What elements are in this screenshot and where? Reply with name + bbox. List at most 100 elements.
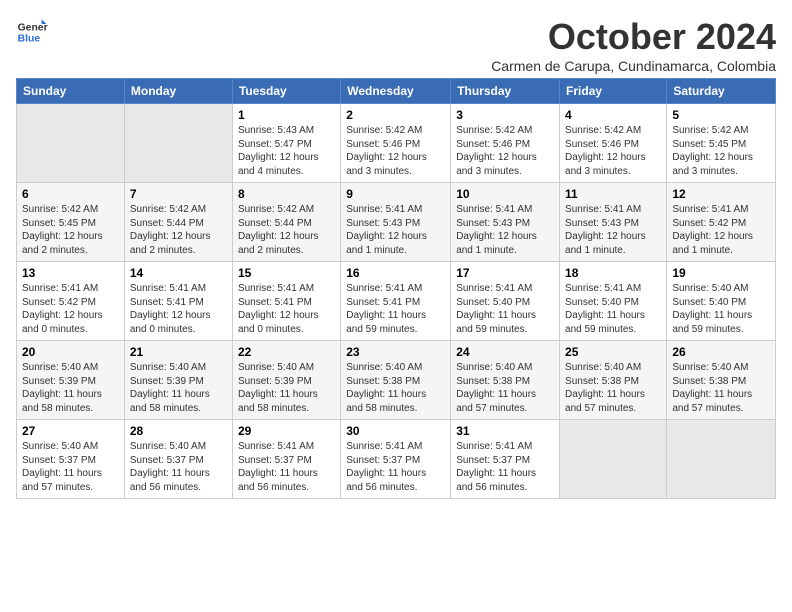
calendar-week-3: 13 Sunrise: 5:41 AMSunset: 5:42 PMDayligh…	[17, 262, 776, 341]
calendar-week-4: 20 Sunrise: 5:40 AMSunset: 5:39 PMDayligh…	[17, 341, 776, 420]
logo: General Blue	[16, 16, 48, 48]
day-detail: Sunrise: 5:41 AMSunset: 5:40 PMDaylight:…	[456, 282, 554, 336]
calendar-cell: 1 Sunrise: 5:43 AMSunset: 5:47 PMDaylight…	[232, 104, 340, 183]
day-detail: Sunrise: 5:40 AMSunset: 5:38 PMDaylight:…	[346, 361, 445, 415]
day-number: 3	[456, 108, 554, 122]
day-number: 1	[238, 108, 335, 122]
calendar-table: SundayMondayTuesdayWednesdayThursdayFrid…	[16, 78, 776, 499]
day-number: 14	[130, 266, 227, 280]
calendar-cell	[560, 420, 667, 499]
day-number: 15	[238, 266, 335, 280]
day-number: 25	[565, 345, 661, 359]
calendar-cell: 24 Sunrise: 5:40 AMSunset: 5:38 PMDayligh…	[451, 341, 560, 420]
calendar-body: 1 Sunrise: 5:43 AMSunset: 5:47 PMDaylight…	[17, 104, 776, 499]
day-detail: Sunrise: 5:43 AMSunset: 5:47 PMDaylight:…	[238, 124, 335, 178]
calendar-cell: 5Sunrise: 5:42 AMSunset: 5:45 PMDaylight…	[667, 104, 776, 183]
day-detail: Sunrise: 5:40 AMSunset: 5:40 PMDaylight:…	[672, 282, 770, 336]
calendar-cell: 31 Sunrise: 5:41 AMSunset: 5:37 PMDayligh…	[451, 420, 560, 499]
day-number: 7	[130, 187, 227, 201]
calendar-cell: 13 Sunrise: 5:41 AMSunset: 5:42 PMDayligh…	[17, 262, 125, 341]
day-detail: Sunrise: 5:41 AMSunset: 5:41 PMDaylight:…	[130, 282, 227, 336]
location: Carmen de Carupa, Cundinamarca, Colombia	[491, 58, 776, 74]
day-detail: Sunrise: 5:42 AMSunset: 5:45 PMDaylight:…	[22, 203, 119, 257]
day-detail: Sunrise: 5:41 AMSunset: 5:37 PMDaylight:…	[346, 440, 445, 494]
day-detail: Sunrise: 5:41 AMSunset: 5:37 PMDaylight:…	[456, 440, 554, 494]
day-detail: Sunrise: 5:41 AMSunset: 5:42 PMDaylight:…	[672, 203, 770, 257]
calendar-cell: 23 Sunrise: 5:40 AMSunset: 5:38 PMDayligh…	[341, 341, 451, 420]
calendar-cell: 6Sunrise: 5:42 AMSunset: 5:45 PMDaylight…	[17, 183, 125, 262]
calendar-cell: 29 Sunrise: 5:41 AMSunset: 5:37 PMDayligh…	[232, 420, 340, 499]
svg-text:Blue: Blue	[18, 34, 41, 45]
calendar-cell: 8Sunrise: 5:42 AMSunset: 5:44 PMDaylight…	[232, 183, 340, 262]
day-detail: Sunrise: 5:41 AMSunset: 5:41 PMDaylight:…	[346, 282, 445, 336]
weekday-saturday: Saturday	[667, 79, 776, 104]
day-detail: Sunrise: 5:40 AMSunset: 5:38 PMDaylight:…	[672, 361, 770, 415]
calendar-cell: 9 Sunrise: 5:41 AMSunset: 5:43 PMDaylight…	[341, 183, 451, 262]
calendar-cell: 18 Sunrise: 5:41 AMSunset: 5:40 PMDayligh…	[560, 262, 667, 341]
day-number: 18	[565, 266, 661, 280]
day-detail: Sunrise: 5:41 AMSunset: 5:43 PMDaylight:…	[456, 203, 554, 257]
calendar-cell: 19 Sunrise: 5:40 AMSunset: 5:40 PMDayligh…	[667, 262, 776, 341]
weekday-thursday: Thursday	[451, 79, 560, 104]
day-detail: Sunrise: 5:40 AMSunset: 5:39 PMDaylight:…	[22, 361, 119, 415]
day-detail: Sunrise: 5:41 AMSunset: 5:37 PMDaylight:…	[238, 440, 335, 494]
svg-text:General: General	[18, 22, 48, 33]
day-number: 31	[456, 424, 554, 438]
calendar-cell	[17, 104, 125, 183]
day-detail: Sunrise: 5:40 AMSunset: 5:37 PMDaylight:…	[130, 440, 227, 494]
day-detail: Sunrise: 5:42 AMSunset: 5:46 PMDaylight:…	[565, 124, 661, 178]
calendar-cell: 12 Sunrise: 5:41 AMSunset: 5:42 PMDayligh…	[667, 183, 776, 262]
page-header: General Blue October 2024 Carmen de Caru…	[16, 16, 776, 74]
day-number: 20	[22, 345, 119, 359]
calendar-cell: 3Sunrise: 5:42 AMSunset: 5:46 PMDaylight…	[451, 104, 560, 183]
calendar-cell: 30 Sunrise: 5:41 AMSunset: 5:37 PMDayligh…	[341, 420, 451, 499]
weekday-wednesday: Wednesday	[341, 79, 451, 104]
calendar-cell: 20 Sunrise: 5:40 AMSunset: 5:39 PMDayligh…	[17, 341, 125, 420]
day-number: 11	[565, 187, 661, 201]
weekday-friday: Friday	[560, 79, 667, 104]
day-number: 30	[346, 424, 445, 438]
month-title: October 2024	[491, 16, 776, 58]
day-number: 16	[346, 266, 445, 280]
calendar-cell: 7 Sunrise: 5:42 AMSunset: 5:44 PMDaylight…	[124, 183, 232, 262]
day-detail: Sunrise: 5:40 AMSunset: 5:38 PMDaylight:…	[456, 361, 554, 415]
day-detail: Sunrise: 5:40 AMSunset: 5:39 PMDaylight:…	[238, 361, 335, 415]
day-detail: Sunrise: 5:42 AMSunset: 5:46 PMDaylight:…	[346, 124, 445, 178]
day-number: 23	[346, 345, 445, 359]
day-number: 4	[565, 108, 661, 122]
day-number: 2	[346, 108, 445, 122]
day-detail: Sunrise: 5:42 AMSunset: 5:44 PMDaylight:…	[130, 203, 227, 257]
calendar-cell: 22Sunrise: 5:40 AMSunset: 5:39 PMDayligh…	[232, 341, 340, 420]
day-number: 29	[238, 424, 335, 438]
title-block: October 2024 Carmen de Carupa, Cundinama…	[491, 16, 776, 74]
day-detail: Sunrise: 5:41 AMSunset: 5:43 PMDaylight:…	[565, 203, 661, 257]
day-number: 28	[130, 424, 227, 438]
weekday-sunday: Sunday	[17, 79, 125, 104]
weekday-monday: Monday	[124, 79, 232, 104]
calendar-week-2: 6Sunrise: 5:42 AMSunset: 5:45 PMDaylight…	[17, 183, 776, 262]
day-number: 27	[22, 424, 119, 438]
weekday-header-row: SundayMondayTuesdayWednesdayThursdayFrid…	[17, 79, 776, 104]
day-detail: Sunrise: 5:41 AMSunset: 5:42 PMDaylight:…	[22, 282, 119, 336]
calendar-cell: 17 Sunrise: 5:41 AMSunset: 5:40 PMDayligh…	[451, 262, 560, 341]
day-detail: Sunrise: 5:40 AMSunset: 5:38 PMDaylight:…	[565, 361, 661, 415]
calendar-week-1: 1 Sunrise: 5:43 AMSunset: 5:47 PMDaylight…	[17, 104, 776, 183]
day-number: 13	[22, 266, 119, 280]
calendar-cell: 11 Sunrise: 5:41 AMSunset: 5:43 PMDayligh…	[560, 183, 667, 262]
calendar-cell	[667, 420, 776, 499]
day-detail: Sunrise: 5:41 AMSunset: 5:43 PMDaylight:…	[346, 203, 445, 257]
day-number: 12	[672, 187, 770, 201]
weekday-tuesday: Tuesday	[232, 79, 340, 104]
day-number: 5	[672, 108, 770, 122]
day-number: 17	[456, 266, 554, 280]
day-number: 21	[130, 345, 227, 359]
day-number: 19	[672, 266, 770, 280]
calendar-cell: 21Sunrise: 5:40 AMSunset: 5:39 PMDayligh…	[124, 341, 232, 420]
day-detail: Sunrise: 5:41 AMSunset: 5:40 PMDaylight:…	[565, 282, 661, 336]
day-number: 24	[456, 345, 554, 359]
calendar-cell: 4 Sunrise: 5:42 AMSunset: 5:46 PMDaylight…	[560, 104, 667, 183]
day-number: 10	[456, 187, 554, 201]
day-number: 9	[346, 187, 445, 201]
day-number: 26	[672, 345, 770, 359]
calendar-cell: 27Sunrise: 5:40 AMSunset: 5:37 PMDayligh…	[17, 420, 125, 499]
